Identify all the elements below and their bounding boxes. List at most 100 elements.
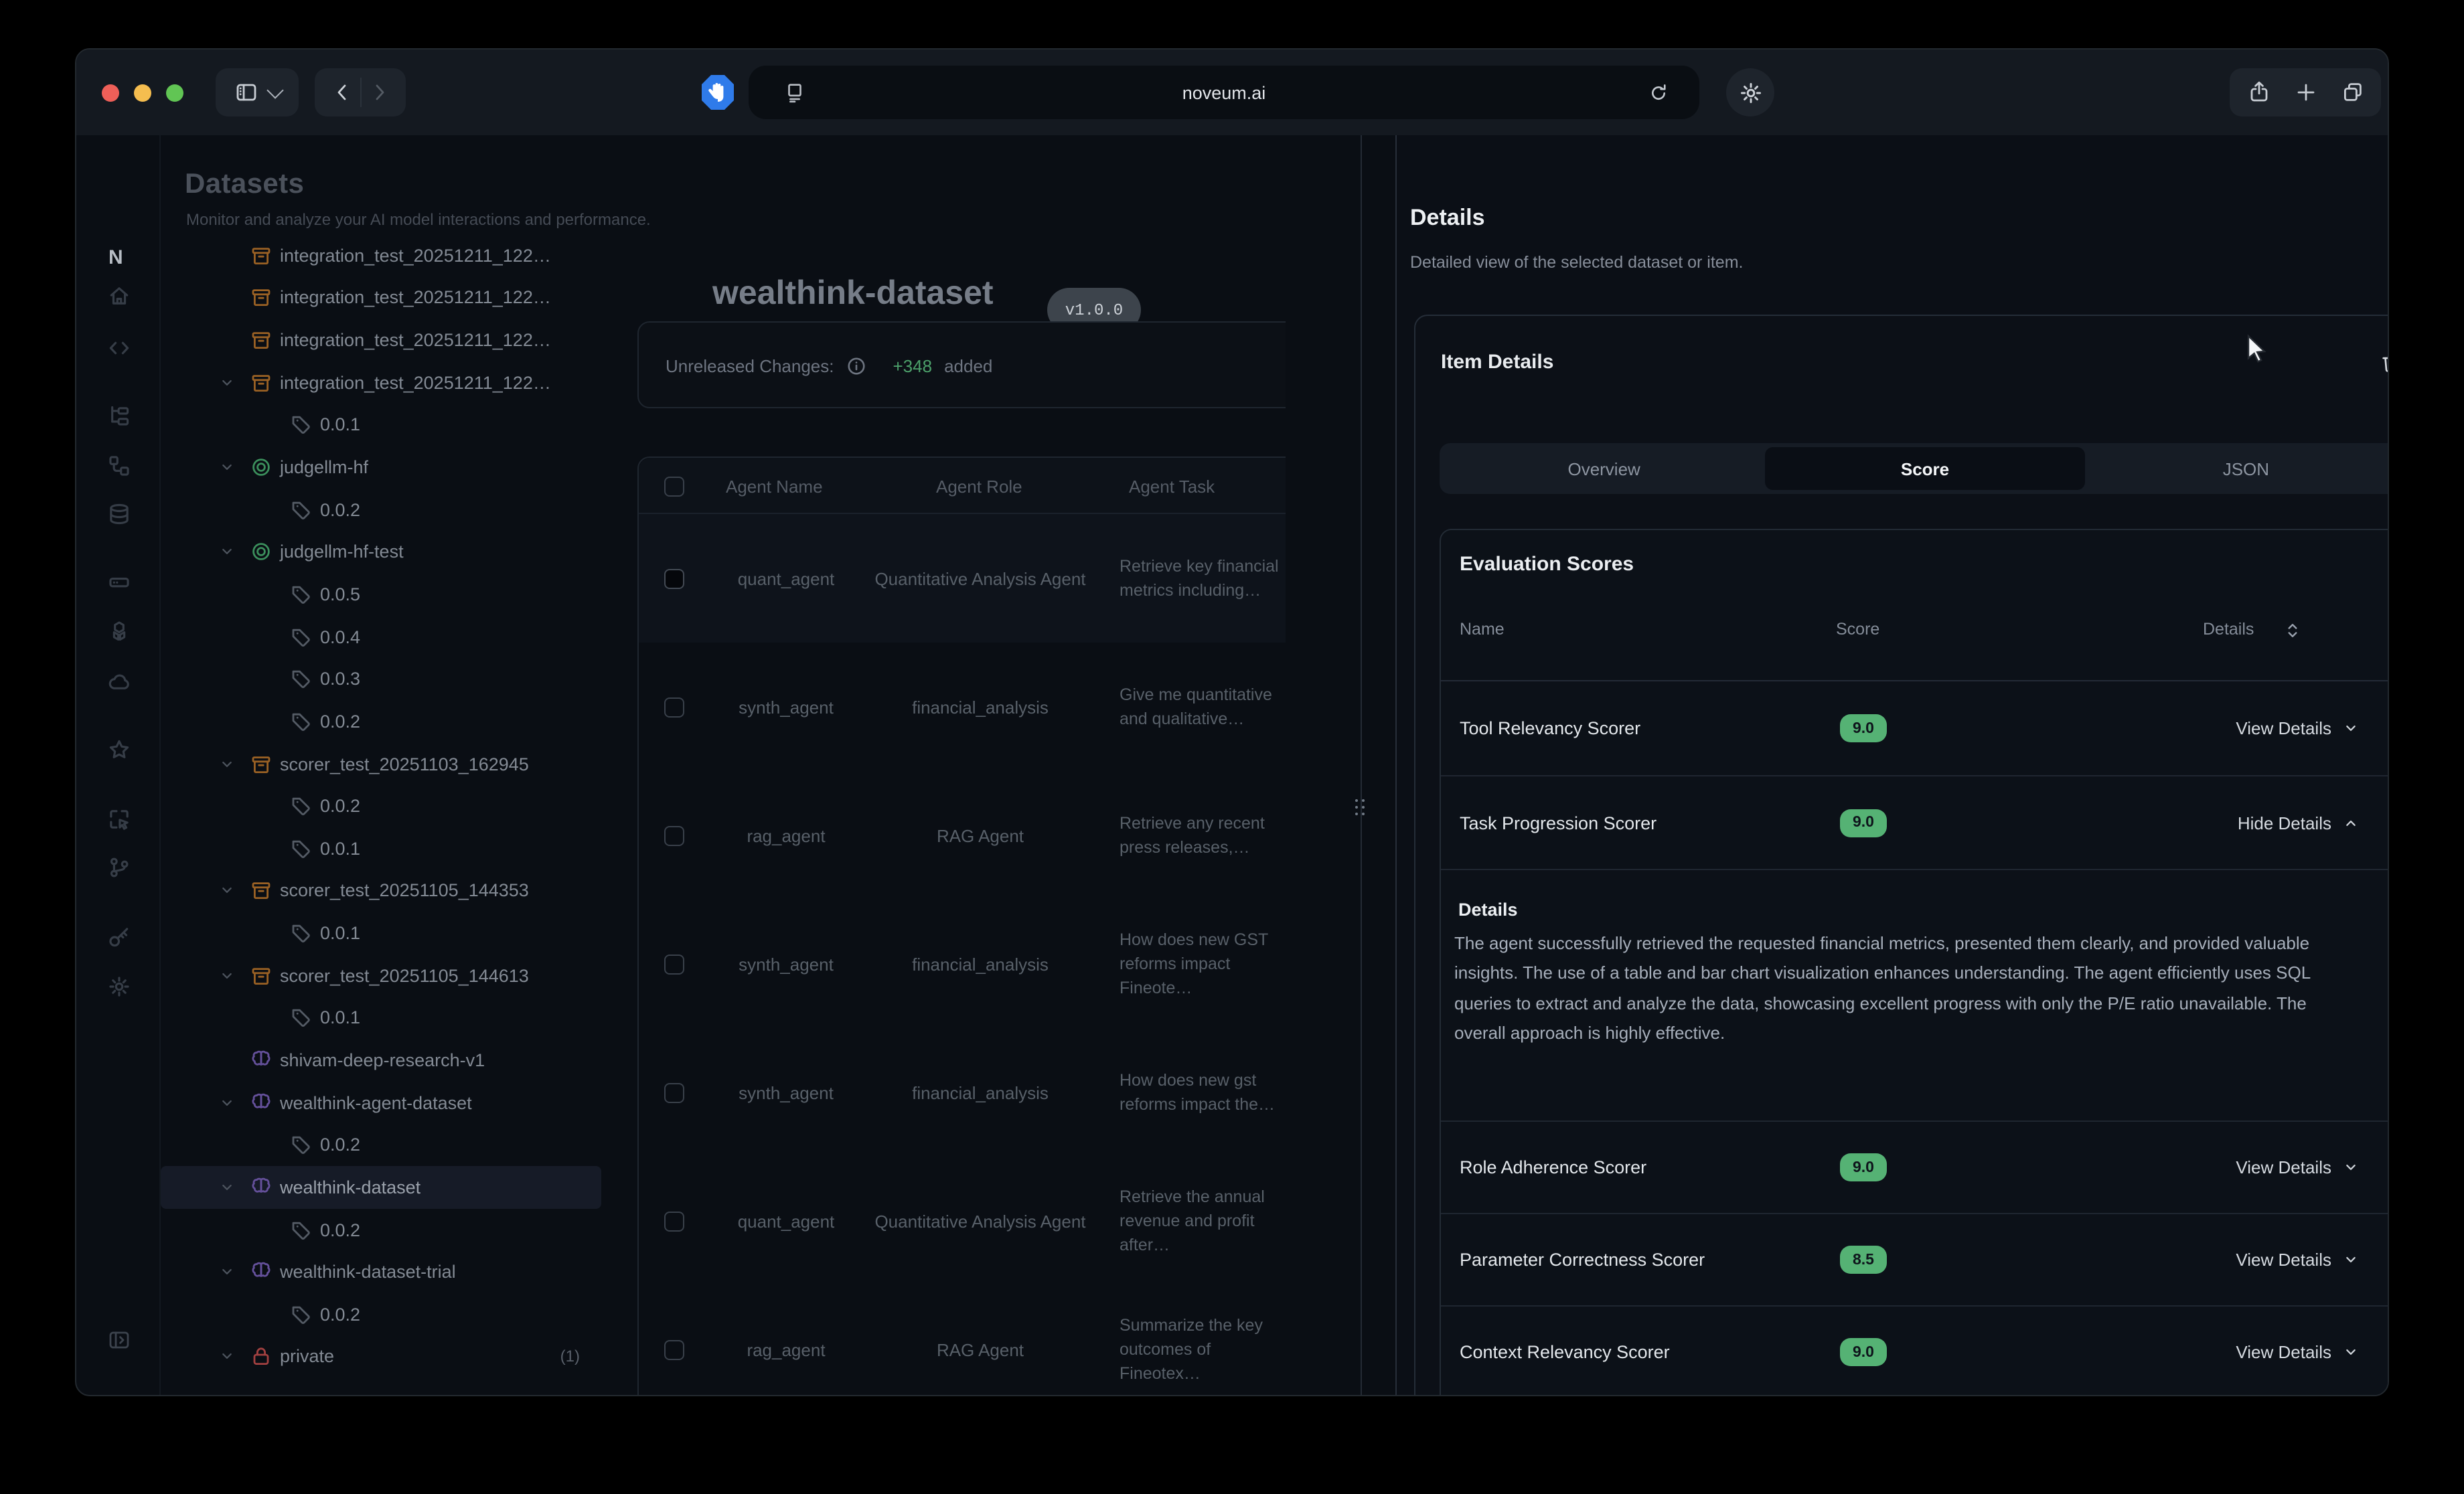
column-header-name[interactable]: Name — [1460, 620, 1505, 639]
row-checkbox[interactable] — [664, 1082, 684, 1102]
tree-item-0.0.1[interactable]: 0.0.1 — [161, 912, 601, 954]
panel-expand-icon[interactable] — [107, 1328, 131, 1352]
tree-item-0.0.1[interactable]: 0.0.1 — [161, 404, 601, 446]
tab-overview[interactable]: Overview — [1444, 447, 1764, 490]
new-tab-icon[interactable] — [2293, 80, 2317, 104]
tree-item-scorer-test-20251105-144353[interactable]: scorer_test_20251105_144353 — [161, 869, 601, 912]
tree-item-integration-test-20251211-122-[interactable]: integration_test_20251211_122… — [161, 361, 601, 404]
chevron-down-icon[interactable] — [218, 967, 236, 984]
table-row[interactable]: quant_agentQuantitative Analysis AgentRe… — [639, 514, 1286, 643]
chevron-down-icon[interactable] — [218, 1094, 236, 1111]
chevron-down-icon[interactable] — [218, 882, 236, 900]
share-icon[interactable] — [2246, 80, 2270, 104]
tab-overview-icon[interactable] — [2340, 80, 2364, 104]
tree-item-0.0.1[interactable]: 0.0.1 — [161, 827, 601, 869]
tree-item-0.0.2[interactable]: 0.0.2 — [161, 489, 601, 531]
sidebar-toggle-button[interactable] — [216, 68, 299, 116]
reload-icon[interactable] — [1647, 82, 1670, 104]
settings-button[interactable] — [1726, 68, 1774, 116]
address-bar[interactable]: noveum.ai — [749, 66, 1699, 119]
column-header-agent-task[interactable]: Agent Task — [1129, 458, 1215, 514]
folder-tree-icon[interactable] — [107, 404, 131, 428]
row-checkbox[interactable] — [664, 568, 684, 588]
chevron-down-icon[interactable] — [218, 1348, 236, 1365]
database-icon[interactable] — [107, 502, 131, 526]
zoom-window-button[interactable] — [166, 84, 183, 101]
key-icon[interactable] — [107, 925, 131, 949]
column-header-score[interactable]: Score — [1836, 620, 1879, 639]
view-details-button[interactable]: View Details — [2236, 1157, 2360, 1177]
home-icon[interactable] — [107, 284, 131, 308]
view-details-button[interactable]: View Details — [2236, 1250, 2360, 1270]
tree-item-0.0.5[interactable]: 0.0.5 — [161, 573, 601, 615]
workflow-icon[interactable] — [107, 454, 131, 478]
trash-icon[interactable] — [2380, 352, 2389, 375]
tree-item-test-novaeval[interactable]: test-novaeval — [161, 1378, 601, 1383]
tree-item-shivam-deep-research-v1[interactable]: shivam-deep-research-v1 — [161, 1039, 601, 1081]
row-checkbox[interactable] — [664, 1211, 684, 1231]
chevron-down-icon[interactable] — [218, 374, 236, 391]
forward-icon[interactable] — [366, 80, 390, 104]
server-icon[interactable] — [107, 570, 131, 594]
tree-item-judgellm-hf-test[interactable]: judgellm-hf-test — [161, 531, 601, 573]
column-header-agent-role[interactable]: Agent Role — [936, 458, 1022, 514]
table-row[interactable]: synth_agentfinancial_analysisGive me qua… — [639, 643, 1286, 771]
column-header-agent-name[interactable]: Agent Name — [726, 458, 823, 514]
view-details-button[interactable]: View Details — [2236, 718, 2360, 738]
chevron-down-icon[interactable] — [218, 1263, 236, 1280]
table-row[interactable]: synth_agentfinancial_analysisHow does ne… — [639, 1028, 1286, 1157]
sort-icon[interactable] — [2283, 621, 2302, 640]
star-icon[interactable] — [107, 738, 131, 762]
tree-item-0.0.2[interactable]: 0.0.2 — [161, 1208, 601, 1250]
row-checkbox[interactable] — [664, 954, 684, 974]
tree-item-scorer-test-20251103-162945[interactable]: scorer_test_20251103_162945 — [161, 742, 601, 784]
tree-item-judgellm-hf[interactable]: judgellm-hf — [161, 446, 601, 488]
chevron-down-icon[interactable] — [218, 544, 236, 561]
tree-item-0.0.3[interactable]: 0.0.3 — [161, 658, 601, 700]
tree-item-private[interactable]: private(1) — [161, 1335, 601, 1378]
boxes-icon[interactable] — [107, 620, 131, 644]
cloud-icon[interactable] — [107, 669, 131, 693]
panel-resize-handle[interactable] — [1355, 799, 1367, 817]
close-window-button[interactable] — [102, 84, 119, 101]
minimize-window-button[interactable] — [134, 84, 151, 101]
row-checkbox[interactable] — [664, 697, 684, 717]
select-all-checkbox[interactable] — [664, 476, 684, 496]
tree-item-integration-test-20251211-122-[interactable]: integration_test_20251211_122… — [161, 276, 601, 319]
row-checkbox[interactable] — [664, 825, 684, 845]
row-checkbox[interactable] — [664, 1339, 684, 1359]
table-row[interactable]: rag_agentRAG AgentRetrieve any recent pr… — [639, 771, 1286, 900]
tab-json[interactable]: JSON — [2086, 447, 2389, 490]
chevron-down-icon[interactable] — [218, 1179, 236, 1196]
info-icon[interactable] — [846, 356, 866, 376]
chevron-down-icon[interactable] — [218, 459, 236, 476]
tab-score[interactable]: Score — [1764, 447, 2085, 490]
tree-item-0.0.2[interactable]: 0.0.2 — [161, 1124, 601, 1166]
code-icon[interactable] — [107, 336, 131, 360]
settings-icon[interactable] — [107, 975, 131, 999]
table-row[interactable]: quant_agentQuantitative Analysis AgentRe… — [639, 1157, 1286, 1285]
select-icon[interactable] — [107, 807, 131, 831]
brain-icon — [250, 1261, 272, 1282]
shield-icon[interactable] — [700, 74, 735, 111]
tree-item-wealthink-agent-dataset[interactable]: wealthink-agent-dataset — [161, 1082, 601, 1124]
tree-item-0.0.2[interactable]: 0.0.2 — [161, 1293, 601, 1335]
git-branch-icon[interactable] — [107, 855, 131, 880]
tree-item-0.0.2[interactable]: 0.0.2 — [161, 785, 601, 827]
tree-item-wealthink-dataset[interactable]: wealthink-dataset — [161, 1166, 601, 1208]
back-icon[interactable] — [330, 80, 354, 104]
reader-icon[interactable] — [783, 82, 806, 104]
chevron-down-icon[interactable] — [218, 755, 236, 772]
tree-item-wealthink-dataset-trial[interactable]: wealthink-dataset-trial — [161, 1251, 601, 1293]
tree-item-integration-test-20251211-122-[interactable]: integration_test_20251211_122… — [161, 234, 601, 276]
table-row[interactable]: synth_agentfinancial_analysisHow does ne… — [639, 900, 1286, 1028]
table-row[interactable]: rag_agentRAG AgentSummarize the key outc… — [639, 1285, 1286, 1396]
view-details-button[interactable]: View Details — [2236, 1342, 2360, 1362]
tree-item-scorer-test-20251105-144613[interactable]: scorer_test_20251105_144613 — [161, 954, 601, 997]
tree-item-integration-test-20251211-122-[interactable]: integration_test_20251211_122… — [161, 319, 601, 361]
column-header-details[interactable]: Details — [2203, 620, 2254, 639]
tree-item-0.0.2[interactable]: 0.0.2 — [161, 700, 601, 742]
tree-item-0.0.4[interactable]: 0.0.4 — [161, 616, 601, 658]
tree-item-0.0.1[interactable]: 0.0.1 — [161, 997, 601, 1039]
hide-details-button[interactable]: Hide Details — [2238, 813, 2360, 833]
